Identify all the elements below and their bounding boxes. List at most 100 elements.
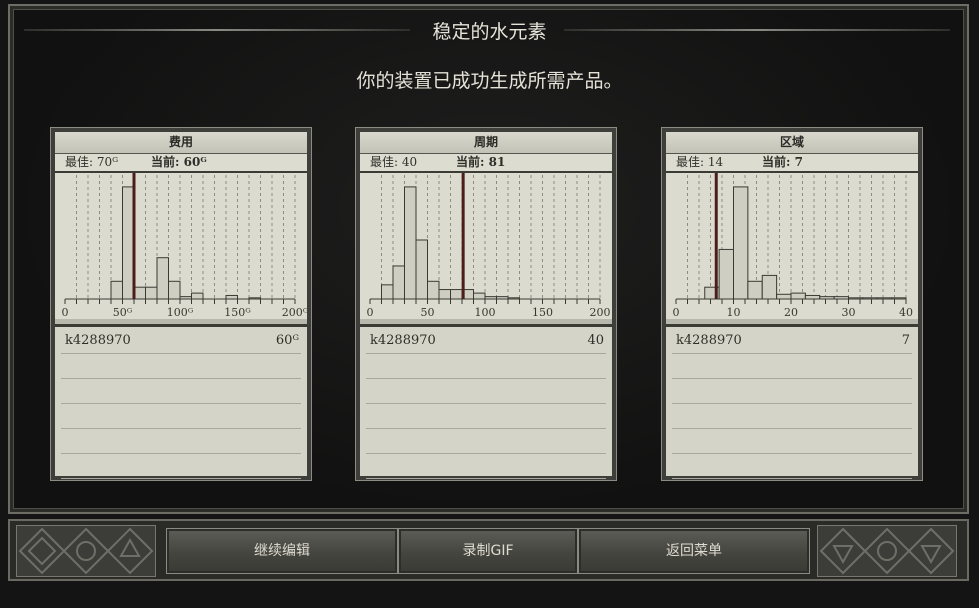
entry-value: 60ᴳ: [275, 333, 299, 348]
x-tick-label: 20: [784, 306, 798, 319]
list-item-empty: [366, 379, 606, 404]
record-gif-button[interactable]: 录制GIF: [398, 528, 578, 574]
entry-value: 7: [901, 333, 910, 348]
list-item-empty: [366, 429, 606, 454]
list-item-empty: [672, 354, 912, 379]
x-tick-label: 200: [590, 306, 611, 319]
histogram-bar: [122, 186, 135, 300]
panel-title: 区域: [666, 132, 918, 154]
list-item-empty: [61, 379, 301, 404]
histogram-bar: [718, 248, 734, 300]
list-item-empty: [61, 454, 301, 479]
histogram-bar: [168, 280, 181, 300]
list-item-empty: [672, 429, 912, 454]
histogram-bar: [404, 186, 417, 300]
back-to-menu-button[interactable]: 返回菜单: [578, 528, 810, 574]
list-item: k4288970 7: [672, 329, 912, 354]
list-item-empty: [672, 379, 912, 404]
x-tick-label: 50: [421, 306, 435, 319]
x-tick-label: 100: [475, 306, 496, 319]
x-tick-label: 100ᴳ: [167, 306, 194, 319]
cycles-panel: 周期 最佳: 40 当前: 81 0 50 100 150 200 k4288970 4…: [355, 127, 617, 481]
panel-stats: 最佳: 70ᴳ 当前: 60ᴳ: [55, 154, 307, 173]
list-item-empty: [61, 354, 301, 379]
panel-title: 费用: [55, 132, 307, 154]
histogram-bar: [733, 186, 749, 300]
best-value: 70ᴳ: [96, 155, 119, 169]
list-item-empty: [366, 404, 606, 429]
success-message: 你的装置已成功生成所需产品。: [356, 70, 623, 92]
histogram-bar: [145, 286, 158, 300]
entry-name: k4288970: [65, 333, 131, 348]
list-item-empty: [61, 429, 301, 454]
histogram-bar: [776, 293, 792, 300]
panel-stats: 最佳: 14 当前: 7: [666, 154, 918, 173]
histogram-bar: [804, 294, 821, 300]
list-item-empty: [366, 454, 606, 479]
histogram: 0 50 100 150 200: [360, 173, 612, 319]
list-item: k4288970 40: [366, 329, 606, 354]
x-tick-label: 50ᴳ: [113, 306, 133, 319]
histogram-bar: [225, 294, 238, 300]
area-panel: 区域 最佳: 14 当前: 7 0 10 20 30 40 k4288970 7: [661, 127, 923, 481]
list-item-empty: [366, 354, 606, 379]
x-tick-label: 0: [673, 306, 680, 319]
current-label: 当前:: [151, 155, 180, 169]
histogram-bar: [110, 280, 123, 300]
histogram-bar: [381, 284, 394, 300]
bottom-bar: 继续编辑 录制GIF 返回菜单: [8, 519, 969, 581]
histogram-bar: [790, 292, 806, 300]
histogram-svg: 0 50 100 150 200: [367, 173, 611, 319]
x-tick-label: 150ᴳ: [224, 306, 251, 319]
list-item: k4288970 60ᴳ: [61, 329, 301, 354]
list-item-empty: [672, 454, 912, 479]
x-tick-label: 40: [899, 306, 913, 319]
histogram-bar: [133, 286, 146, 300]
histogram: 0 50ᴳ 100ᴳ 150ᴳ 200ᴳ: [55, 173, 307, 319]
histogram-bar: [392, 265, 405, 300]
panel-title: 周期: [360, 132, 612, 154]
entry-name: k4288970: [676, 333, 742, 348]
histogram: 0 10 20 30 40: [666, 173, 918, 319]
x-tick-label: 150: [532, 306, 553, 319]
x-tick-label: 0: [367, 306, 374, 319]
best-label: 最佳:: [370, 155, 399, 169]
diamond-ornament-icon: [18, 527, 154, 575]
panel-stats: 最佳: 40 当前: 81: [360, 154, 612, 173]
results-list: k4288970 7: [666, 324, 918, 479]
histogram-bar: [438, 289, 451, 300]
histogram-bar: [747, 280, 763, 300]
level-title: 稳定的水元素: [432, 21, 547, 43]
histogram-bar: [415, 239, 428, 300]
entry-value: 40: [587, 333, 604, 348]
histogram-svg: 0 50ᴳ 100ᴳ 150ᴳ 200ᴳ: [62, 173, 307, 319]
cost-panel: 费用 最佳: 70ᴳ 当前: 60ᴳ 0 50ᴳ 100ᴳ 150ᴳ 200ᴳ k428…: [50, 127, 312, 481]
list-item-empty: [672, 404, 912, 429]
best-value: 40: [401, 155, 418, 169]
histogram-bar: [191, 292, 204, 300]
histogram-bar: [156, 257, 169, 300]
current-label: 当前:: [456, 155, 485, 169]
results-list: k4288970 40: [360, 324, 612, 479]
entry-name: k4288970: [370, 333, 436, 348]
current-value: 7: [794, 155, 803, 169]
x-tick-label: 10: [727, 306, 741, 319]
ornament-left: [16, 525, 156, 577]
x-tick-label: 200ᴳ: [282, 306, 307, 319]
x-tick-label: 0: [62, 306, 69, 319]
histogram-bar: [761, 274, 778, 300]
results-list: k4288970 60ᴳ: [55, 324, 307, 479]
histogram-svg: 0 10 20 30 40: [673, 173, 913, 319]
current-label: 当前:: [762, 155, 791, 169]
diamond-ornament-icon: [819, 527, 955, 575]
x-tick-label: 30: [842, 306, 856, 319]
histogram-bar: [427, 280, 440, 300]
histogram-bar: [473, 292, 486, 300]
best-label: 最佳:: [676, 155, 705, 169]
list-item-empty: [61, 404, 301, 429]
continue-edit-button[interactable]: 继续编辑: [166, 528, 398, 574]
best-label: 最佳:: [65, 155, 94, 169]
histogram-bar: [450, 289, 463, 300]
current-value: 81: [488, 155, 506, 169]
best-value: 14: [707, 155, 724, 169]
